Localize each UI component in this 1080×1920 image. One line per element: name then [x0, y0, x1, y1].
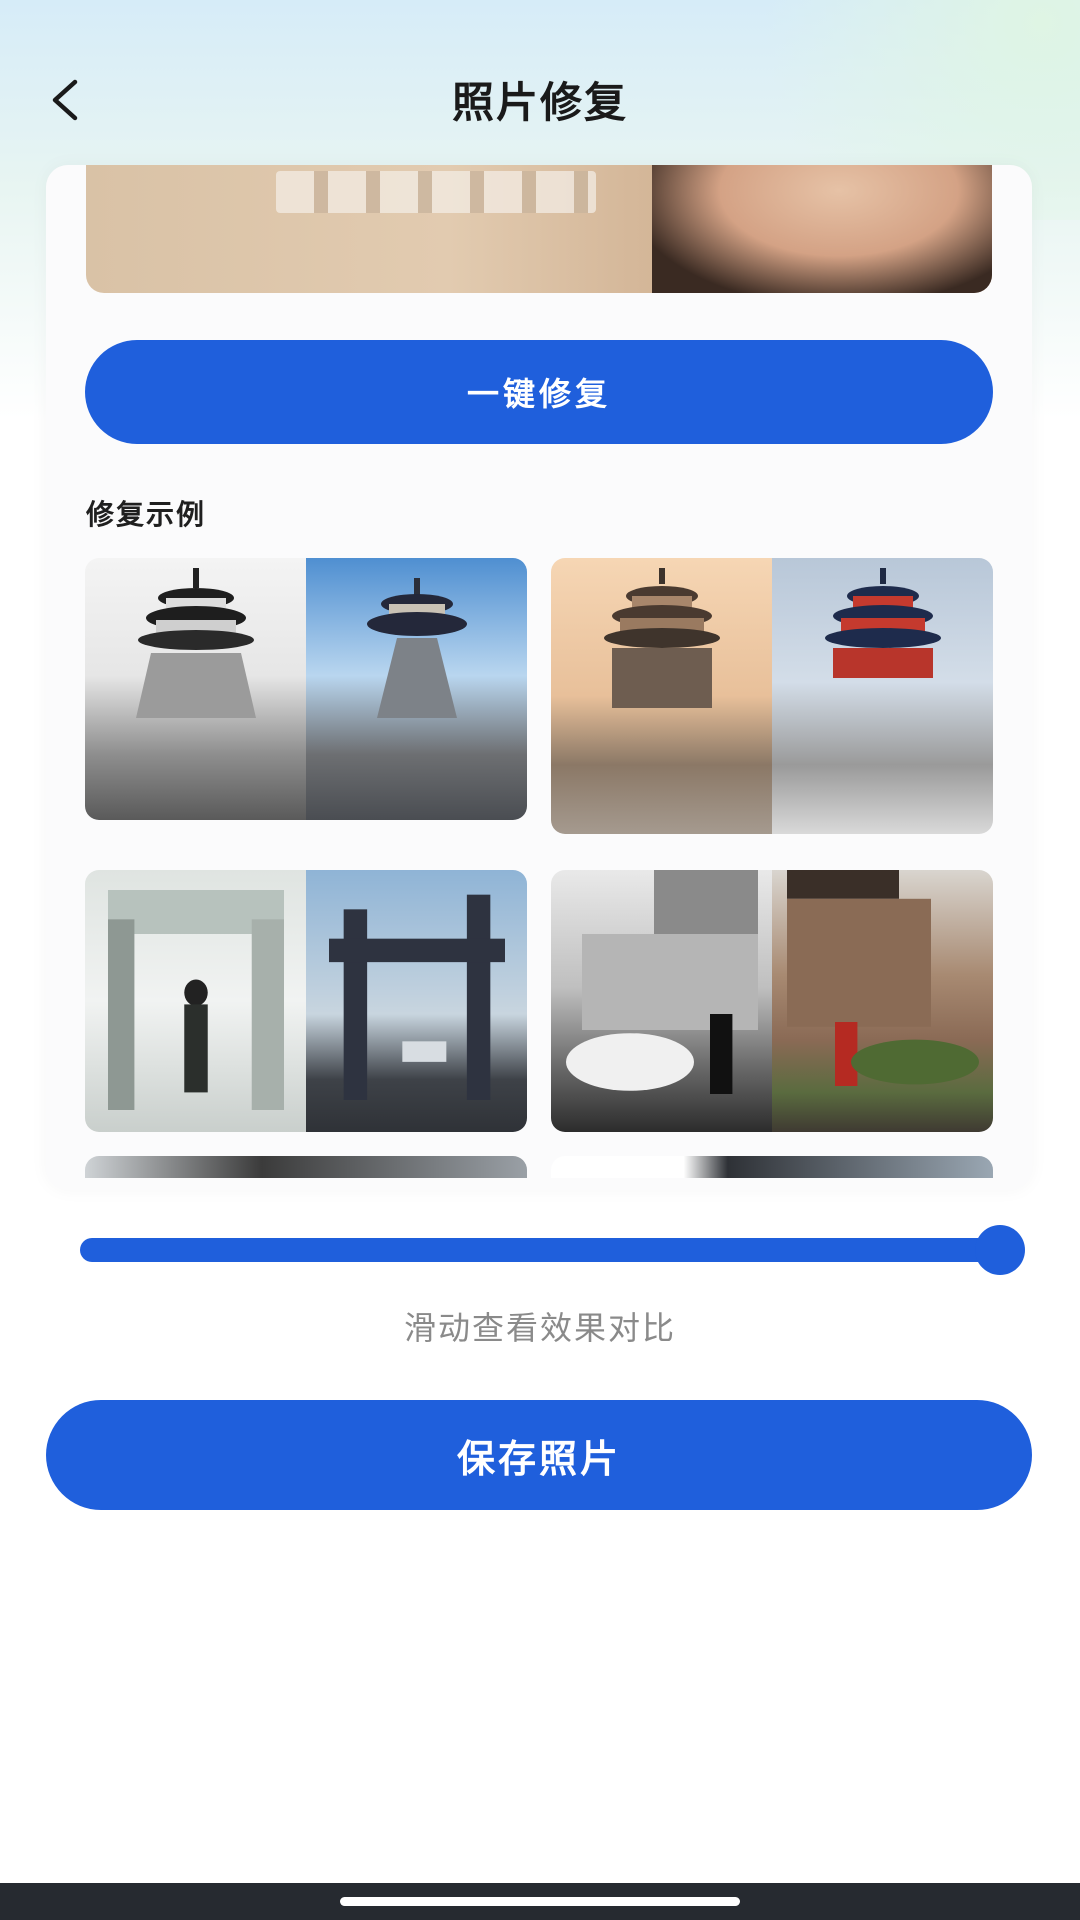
temple-illustration	[366, 578, 467, 718]
one-click-restore-button[interactable]: 一键修复	[85, 340, 993, 444]
page-title: 照片修复	[451, 78, 628, 127]
slider-thumb[interactable]	[975, 1225, 1025, 1275]
gate-tower-illustration	[786, 870, 979, 1086]
example-card[interactable]	[85, 558, 527, 820]
example-before-image	[551, 558, 772, 834]
example-card[interactable]	[85, 1156, 527, 1178]
example-card[interactable]	[551, 870, 993, 1132]
gate-tower-illustration	[565, 870, 758, 1094]
example-card[interactable]	[551, 1156, 993, 1178]
example-card[interactable]	[85, 870, 527, 1132]
example-before-image	[85, 870, 306, 1132]
examples-section-label: 修复示例	[86, 498, 207, 531]
temple-illustration	[135, 568, 256, 718]
slider-hint-text: 滑动查看效果对比	[403, 1309, 676, 1347]
example-card[interactable]	[551, 558, 993, 834]
top-nav-bar: 照片修复	[0, 55, 1080, 145]
example-before-image	[551, 870, 772, 1132]
home-indicator[interactable]	[340, 1897, 740, 1906]
save-photo-button[interactable]: 保存照片	[46, 1400, 1032, 1510]
photo-portrait-detail	[652, 165, 992, 293]
example-after-image	[306, 870, 527, 1132]
example-after-image	[306, 558, 527, 820]
example-after-image	[772, 558, 993, 834]
photo-sign-detail	[276, 171, 596, 213]
comparison-slider[interactable]	[80, 1225, 1026, 1275]
content-panel: 一键修复 修复示例	[46, 165, 1032, 1190]
slider-track[interactable]	[80, 1238, 1010, 1262]
example-before-image	[85, 558, 306, 820]
temple-illustration	[824, 568, 941, 678]
example-after-image	[772, 870, 993, 1132]
temple-illustration	[603, 568, 720, 708]
system-navigation-bar	[0, 1883, 1080, 1920]
uploaded-photo-preview	[86, 165, 992, 293]
archway-illustration	[107, 890, 284, 1110]
archway-illustration	[328, 894, 505, 1100]
